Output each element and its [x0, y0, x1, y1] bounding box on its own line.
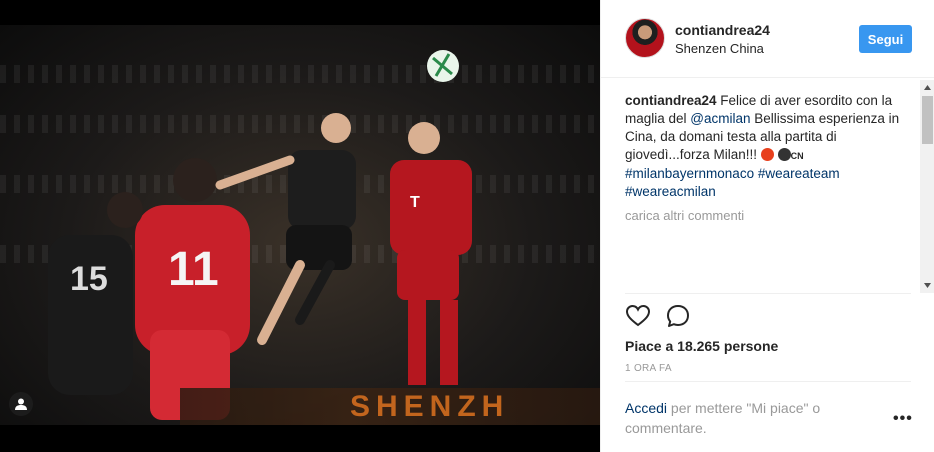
likes-count[interactable]: Piace a 18.265 persone — [625, 338, 778, 354]
comments-scrollbar[interactable] — [920, 80, 934, 293]
players-illustration: 11 15 T — [48, 50, 472, 420]
post-header: contiandrea24 Shenzen China Segui — [601, 0, 934, 78]
red-circle-emoji — [760, 148, 774, 161]
post-timestamp[interactable]: 1 ORA FA — [625, 363, 672, 374]
scroll-down-arrow-icon[interactable] — [920, 278, 934, 293]
location-link[interactable]: Shenzen China — [675, 41, 764, 56]
stadium-banner: SHENZH — [180, 388, 600, 425]
tagged-users-button[interactable] — [9, 392, 33, 416]
cn-flag-emoji: CN — [790, 151, 804, 161]
scrollbar-thumb[interactable] — [922, 96, 933, 144]
bayern-player — [390, 160, 472, 255]
load-more-comments[interactable]: carica altri commenti — [625, 208, 744, 223]
user-icon — [15, 398, 27, 410]
divider — [625, 293, 911, 294]
svg-text:T: T — [410, 194, 420, 211]
scroll-up-arrow-icon[interactable] — [920, 80, 934, 95]
svg-text:15: 15 — [70, 260, 108, 298]
hashtag-link[interactable]: #milanbayernmonaco — [625, 166, 754, 181]
svg-text:11: 11 — [168, 243, 219, 296]
like-button[interactable] — [625, 303, 651, 329]
post-details-panel: contiandrea24 Shenzen China Segui contia… — [600, 0, 934, 452]
comments-section: contiandrea24 Felice di aver esordito co… — [625, 92, 915, 292]
milan-player — [288, 150, 356, 230]
comment-icon — [667, 305, 689, 327]
divider — [625, 381, 911, 382]
black-circle-emoji — [777, 148, 791, 161]
avatar[interactable] — [625, 18, 665, 58]
mention-link[interactable]: @acmilan — [690, 111, 750, 126]
heart-icon — [625, 304, 651, 327]
post-photo[interactable]: 11 15 T SHENZH — [0, 0, 600, 452]
follow-button[interactable]: Segui — [859, 25, 912, 53]
login-link[interactable]: Accedi — [625, 400, 667, 416]
caption-username[interactable]: contiandrea24 — [625, 93, 717, 108]
more-options-button[interactable]: ••• — [893, 411, 917, 427]
hashtag-link[interactable]: #weareateam — [758, 166, 840, 181]
login-prompt: Accedi per mettere "Mi piace" o commenta… — [625, 398, 865, 438]
player-15 — [48, 235, 133, 395]
comment-button[interactable] — [665, 303, 691, 329]
hashtag-link[interactable]: #weareacmilan — [625, 184, 716, 199]
header-username[interactable]: contiandrea24 — [675, 22, 770, 38]
